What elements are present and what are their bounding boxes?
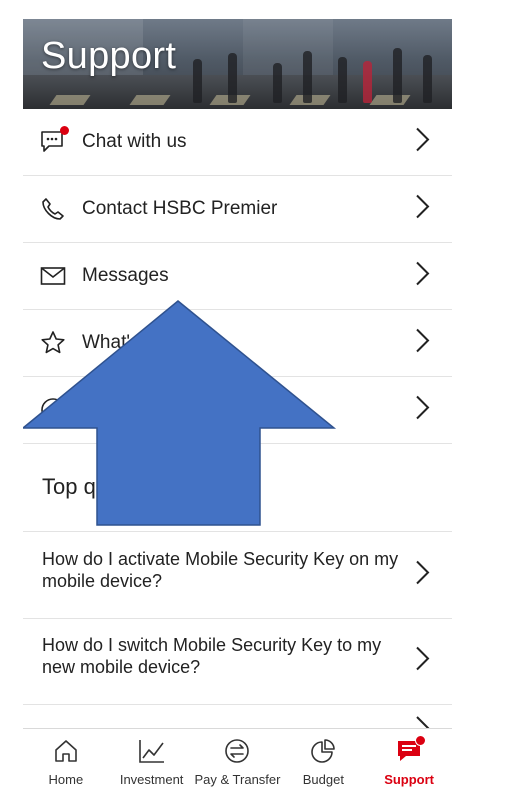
nav-home[interactable]: Home bbox=[23, 729, 109, 802]
help-icon bbox=[40, 397, 66, 423]
nav-investment[interactable]: Investment bbox=[109, 729, 195, 802]
menu-item-label: Chat with us bbox=[82, 131, 187, 152]
nav-label: Support bbox=[384, 772, 435, 787]
transfer-icon bbox=[223, 738, 251, 764]
menu-item-label: Contact HSBC Premier bbox=[82, 198, 278, 219]
page-title: Support bbox=[41, 35, 177, 77]
banner-decoration bbox=[129, 95, 171, 105]
section-title-top-questions: Top questions bbox=[42, 474, 178, 499]
menu-item-whats-new[interactable]: What's new bbox=[23, 310, 452, 377]
nav-label: Pay & Transfer bbox=[194, 772, 281, 787]
chart-icon bbox=[138, 738, 166, 764]
banner-decoration bbox=[423, 55, 432, 103]
notification-dot bbox=[415, 735, 427, 746]
chevron-right-icon bbox=[414, 261, 430, 292]
mail-icon bbox=[40, 263, 66, 289]
chevron-right-icon bbox=[414, 194, 430, 225]
header-banner: Support bbox=[23, 19, 452, 109]
chevron-right-icon bbox=[414, 395, 430, 426]
menu-item-label: Messages bbox=[82, 265, 169, 286]
pie-chart-icon bbox=[309, 738, 337, 764]
banner-decoration bbox=[243, 19, 333, 75]
nav-label: Investment bbox=[119, 772, 184, 787]
support-icon bbox=[395, 735, 427, 764]
chevron-right-icon bbox=[414, 646, 430, 677]
faq-question: How do I activate Mobile Security Key on… bbox=[42, 549, 399, 591]
menu-item-contact[interactable]: Contact HSBC Premier bbox=[23, 176, 452, 243]
nav-pay-transfer[interactable]: Pay & Transfer bbox=[194, 729, 281, 802]
banner-decoration bbox=[303, 51, 312, 103]
banner-decoration bbox=[228, 53, 237, 103]
menu-item-messages[interactable]: Messages bbox=[23, 243, 452, 310]
menu-item-help[interactable] bbox=[23, 377, 452, 444]
chevron-right-icon bbox=[414, 560, 430, 591]
home-icon bbox=[52, 738, 80, 764]
bottom-navigation: Home Investment Pay & Transfer Budget Su… bbox=[23, 728, 452, 802]
banner-decoration bbox=[193, 59, 202, 103]
faq-item[interactable]: How do I switch Mobile Security Key to m… bbox=[23, 618, 452, 705]
banner-decoration bbox=[273, 63, 282, 103]
star-icon bbox=[40, 330, 66, 356]
faq-question: How do I switch Mobile Security Key to m… bbox=[42, 635, 382, 677]
app-screen: Support Chat with us Contact HSBC Premie… bbox=[23, 19, 452, 802]
banner-decoration bbox=[369, 95, 411, 105]
support-menu: Chat with us Contact HSBC Premier Messag… bbox=[23, 109, 452, 444]
chevron-right-icon bbox=[414, 127, 430, 158]
banner-decoration bbox=[338, 57, 347, 103]
phone-icon bbox=[40, 196, 66, 222]
chat-icon bbox=[40, 126, 69, 155]
banner-decoration bbox=[393, 48, 402, 103]
menu-item-label: What's new bbox=[82, 332, 180, 353]
nav-label: Budget bbox=[302, 772, 344, 787]
nav-support[interactable]: Support bbox=[366, 729, 452, 802]
faq-item[interactable]: How do I activate Mobile Security Key on… bbox=[23, 531, 452, 619]
banner-decoration bbox=[49, 95, 91, 105]
menu-item-chat[interactable]: Chat with us bbox=[23, 109, 452, 176]
notification-dot bbox=[60, 126, 69, 135]
banner-decoration bbox=[363, 61, 372, 103]
nav-budget[interactable]: Budget bbox=[280, 729, 366, 802]
nav-label: Home bbox=[48, 772, 84, 787]
chevron-right-icon bbox=[414, 328, 430, 359]
